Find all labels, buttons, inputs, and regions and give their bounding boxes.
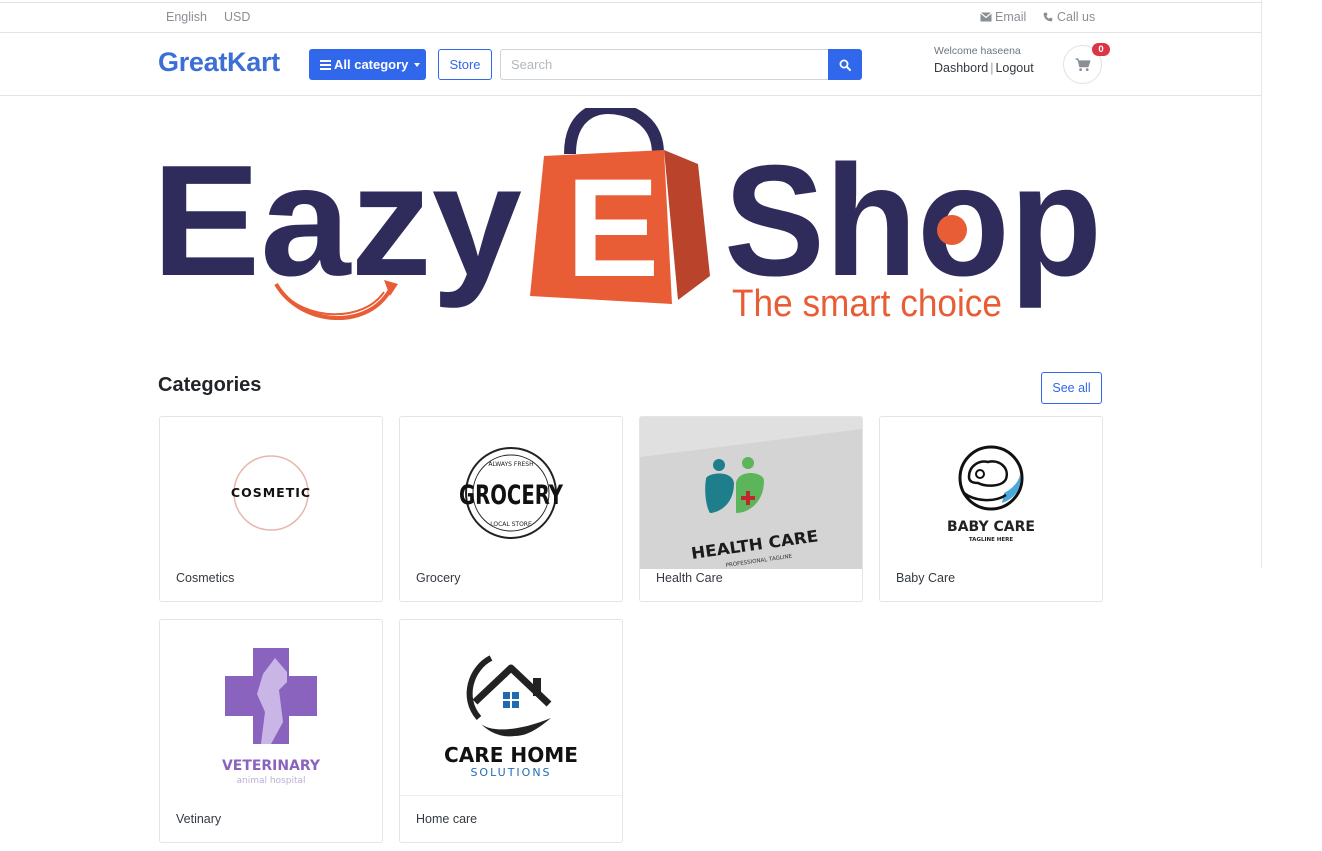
svg-text:CARE HOME: CARE HOME [444,743,578,767]
caret-down-icon [414,62,421,67]
category-label: Health Care [656,571,723,585]
svg-text:BABY CARE: BABY CARE [947,519,1035,535]
category-label: Home care [416,812,478,826]
category-label: Vetinary [176,812,222,826]
category-card-baby-care[interactable]: BABY CARE TAGLINE HERE Baby Care [879,416,1103,602]
store-button[interactable]: Store [438,49,492,80]
svg-text:TAGLINE HERE: TAGLINE HERE [969,537,1014,543]
call-label: Call us [1057,10,1096,24]
categories-title: Categories [158,374,262,396]
shopping-bag-icon: E [530,108,710,306]
banner-word-left: Eazy [152,133,522,309]
svg-text:SOLUTIONS: SOLUTIONS [470,766,551,779]
dashboard-link[interactable]: Dashbord [934,61,988,75]
site-logo[interactable]: GreatKart [158,47,280,78]
svg-text:ALWAYS FRESH: ALWAYS FRESH [488,461,533,468]
category-label: Grocery [416,571,461,585]
envelope-icon [980,12,992,22]
category-thumb: CARE HOME SOLUTIONS [400,620,622,796]
category-card-cosmetics[interactable]: COSMETIC Cosmetics [159,416,383,602]
svg-text:animal hospital: animal hospital [236,776,305,786]
email-link[interactable]: Email [980,10,1026,24]
category-card-home-care[interactable]: CARE HOME SOLUTIONS Home care [399,619,623,843]
svg-text:LOCAL STORE: LOCAL STORE [490,521,532,528]
all-category-button[interactable]: All category [309,49,426,80]
search-icon [839,59,851,71]
shop-o-dot [937,215,967,245]
eazy-shop-banner: Eazy E Shop The smart choice [152,108,1102,325]
see-all-button[interactable]: See all [1041,372,1102,404]
language-selector[interactable]: English [166,10,207,24]
category-card-health-care[interactable]: HEALTH CARE PROFESSIONAL TAGLINE Health … [639,416,863,602]
category-card-vetinary[interactable]: VETERINARY animal hospital Vetinary [159,619,383,843]
search-button[interactable] [828,49,862,80]
category-card-grocery[interactable]: ALWAYS FRESH GROCERY LOCAL STORE Grocery [399,416,623,602]
svg-text:COSMETIC: COSMETIC [231,485,311,500]
search-input[interactable] [500,49,829,80]
currency-selector[interactable]: USD [224,10,250,24]
category-thumb: BABY CARE TAGLINE HERE [880,417,1102,569]
category-thumb: COSMETIC [160,417,382,569]
cart-count-badge: 0 [1092,43,1110,56]
menu-bars-icon [320,59,331,70]
category-thumb: HEALTH CARE PROFESSIONAL TAGLINE [640,417,862,569]
cosmetic-logo-icon: COSMETIC [231,455,311,531]
baby-care-logo-icon: BABY CARE TAGLINE HERE [947,445,1035,543]
veterinary-logo-icon: VETERINARY animal hospital [222,648,321,786]
care-home-logo-icon: CARE HOME SOLUTIONS [444,654,578,779]
page: English USD Email Call us GreatKart All … [0,0,1262,851]
health-care-logo-icon: HEALTH CARE PROFESSIONAL TAGLINE [640,417,862,569]
phone-icon [1043,12,1053,22]
category-thumb: VETERINARY animal hospital [160,620,382,796]
banner-tagline: The smart choice [732,283,1002,325]
svg-text:E: E [566,149,659,306]
welcome-text: Welcome haseena [934,45,1021,57]
category-label: Cosmetics [176,571,235,585]
top-utility-bar: English USD Email Call us [0,2,1262,33]
category-label: Baby Care [896,571,956,585]
all-category-label: All category [334,57,409,72]
main-header: GreatKart All category Store Welcome has… [0,33,1262,96]
svg-text:GROCERY: GROCERY [459,480,563,511]
svg-text:Eazy: Eazy [152,133,522,309]
svg-text:VETERINARY: VETERINARY [222,758,321,774]
grocery-logo-icon: ALWAYS FRESH GROCERY LOCAL STORE [459,447,563,539]
logout-link[interactable]: Logout [995,61,1033,75]
user-links: Dashbord | Logout [934,61,1034,75]
shopping-cart-icon [1075,57,1090,71]
email-label: Email [995,10,1027,24]
category-thumb: ALWAYS FRESH GROCERY LOCAL STORE [400,417,622,569]
link-separator: | [990,61,994,75]
call-link[interactable]: Call us [1042,10,1095,24]
